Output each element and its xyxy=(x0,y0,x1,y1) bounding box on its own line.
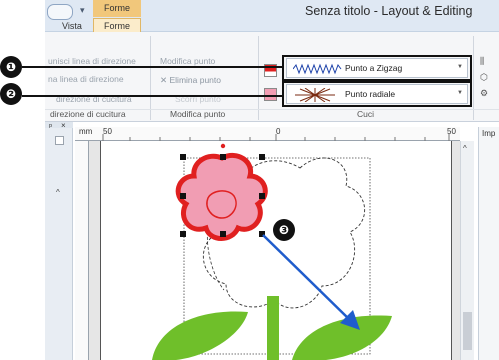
delete-point-button[interactable]: ✕ Elimina punto xyxy=(160,75,221,86)
direzione-button[interactable]: na linea di direzione xyxy=(48,74,124,84)
tab-vista[interactable]: Vista xyxy=(62,20,92,32)
callout-leader-1 xyxy=(22,66,282,68)
horizontal-ruler: mm 50 0 50 xyxy=(75,127,460,141)
callout-number-1: ❶ xyxy=(0,56,22,78)
ribbon-overflow: ⫼ ⬡ ⚙ xyxy=(474,36,499,110)
panel-checkbox[interactable] xyxy=(55,136,64,145)
callout-leader-2 xyxy=(22,95,282,97)
group-label-stitch: Cuci xyxy=(357,109,375,119)
ruler-label: 50 xyxy=(103,127,112,136)
vertical-ruler xyxy=(75,141,89,360)
ruler-label: 50 xyxy=(447,127,456,136)
gear-icon[interactable]: ⚙ xyxy=(480,88,488,99)
unisci-direzione-button[interactable]: unisci linea di direzione xyxy=(48,56,136,66)
callout-highlight-2 xyxy=(282,81,472,107)
left-panel: ^ xyxy=(45,128,73,360)
ribbon-separator xyxy=(258,36,259,120)
delete-point-label: Elimina punto xyxy=(169,75,222,85)
embroidery-hoop-area[interactable] xyxy=(100,141,452,360)
chevron-up-icon[interactable]: ^ xyxy=(463,144,467,153)
modify-point-button[interactable]: Modifica punto xyxy=(160,56,215,66)
tab-forme[interactable]: Forme xyxy=(93,18,141,33)
right-panel-header: Imp xyxy=(482,129,496,138)
stitch-pattern-icon[interactable]: ⫼ xyxy=(480,56,484,67)
chevron-down-icon[interactable]: ▾ xyxy=(80,5,85,16)
right-panel: Imp xyxy=(478,127,499,360)
delete-point-icon: ✕ xyxy=(160,75,168,85)
group-label-direction: direzione di cucitura xyxy=(50,109,126,119)
scrollbar-thumb[interactable] xyxy=(463,312,472,350)
ribbon-separator xyxy=(150,36,151,120)
callout-highlight-1 xyxy=(282,55,472,81)
chevron-up-icon[interactable]: ^ xyxy=(56,188,60,197)
shape-icon[interactable]: ⬡ xyxy=(480,72,488,83)
ruler-label: 0 xyxy=(276,127,281,136)
context-tab-label: Forme xyxy=(93,0,141,17)
quick-access-toolbar[interactable] xyxy=(47,4,73,20)
callout-number-2: ❷ xyxy=(0,83,22,105)
group-label-modify: Modifica punto xyxy=(170,109,226,119)
ruler-unit: mm xyxy=(79,127,93,136)
window-title: Senza titolo - Layout & Editing xyxy=(305,4,473,18)
callout-number-3: ❸ xyxy=(273,219,295,241)
